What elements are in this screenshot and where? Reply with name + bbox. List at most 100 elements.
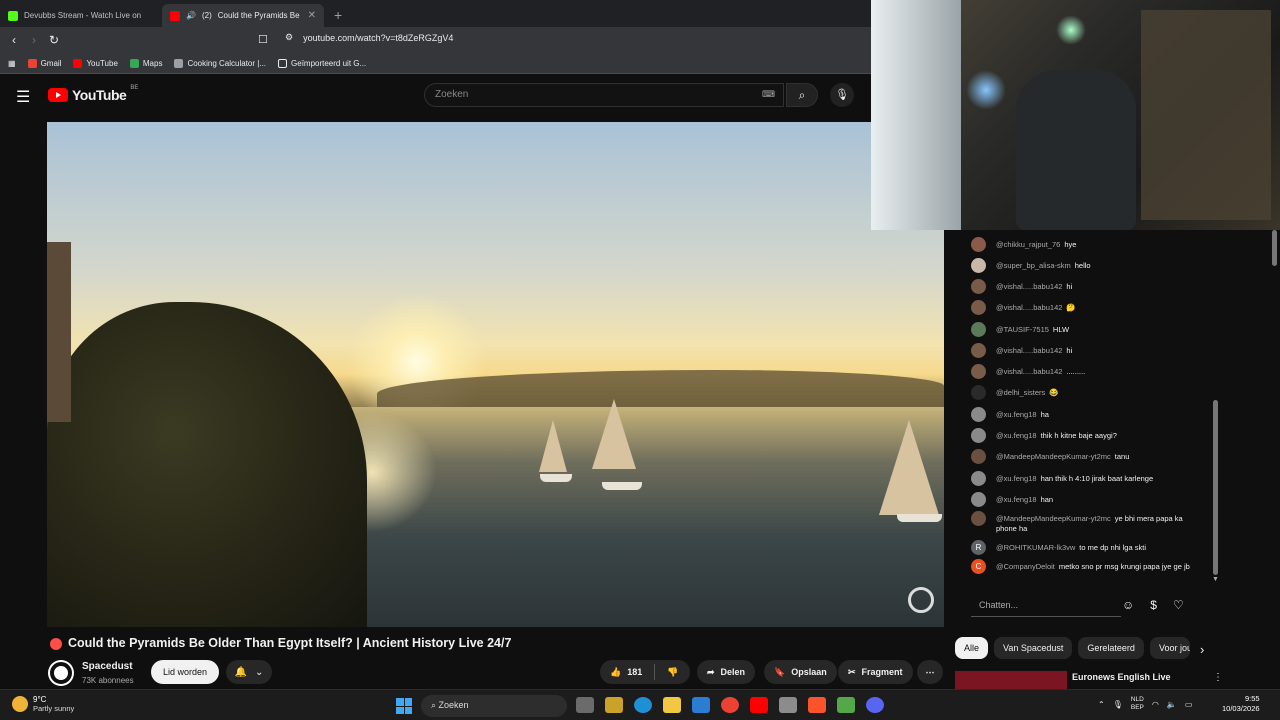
- volume-icon[interactable]: 🔈: [1167, 700, 1177, 709]
- search-input[interactable]: Zoeken: [424, 83, 784, 107]
- bookmark-label: Maps: [142, 58, 163, 68]
- brave-icon[interactable]: [808, 697, 826, 713]
- chip-related[interactable]: Gerelateerd: [1078, 637, 1144, 659]
- save-button[interactable]: 🔖 Opslaan: [764, 660, 837, 684]
- chat-text: .........: [1066, 367, 1086, 376]
- channel-watermark-icon[interactable]: [908, 587, 934, 613]
- youtube-app-icon[interactable]: [750, 697, 768, 713]
- chat-message[interactable]: @xu.feng18 ha: [971, 407, 1201, 422]
- close-tab-icon[interactable]: ✕: [308, 10, 316, 21]
- discord-icon[interactable]: [866, 697, 884, 713]
- audio-icon[interactable]: 🔊: [186, 11, 196, 20]
- bookmark-youtube[interactable]: YouTube: [73, 58, 118, 68]
- language-indicator[interactable]: NLD BEP: [1131, 696, 1144, 712]
- app-icon[interactable]: [837, 697, 855, 713]
- taskbar-search[interactable]: ⌕ Zoeken: [421, 695, 567, 717]
- share-button[interactable]: ➦ Delen: [697, 660, 756, 684]
- recommendation-thumbnail[interactable]: [955, 671, 1067, 689]
- emoji-icon[interactable]: ☺: [1122, 598, 1134, 612]
- video-player[interactable]: [47, 122, 944, 627]
- tab-youtube-video[interactable]: 🔊 (2) Could the Pyramids Be ✕: [162, 4, 324, 27]
- youtube-play-icon: [48, 88, 68, 102]
- chat-message[interactable]: @xu.feng18 thik h kitne baje aaygi?: [971, 428, 1201, 443]
- forward-icon[interactable]: ›: [24, 33, 44, 47]
- channel-name[interactable]: Spacedust: [82, 661, 133, 672]
- weather-widget[interactable]: 9°C Partly sunny: [12, 695, 74, 713]
- thumbs-down-icon[interactable]: 👎: [667, 667, 678, 678]
- more-actions-button[interactable]: ⋯: [917, 660, 943, 684]
- notification-button[interactable]: 🔔 ⌄: [226, 660, 272, 684]
- page-scrollbar[interactable]: [1272, 230, 1277, 266]
- chat-message[interactable]: @MandeepMandeepKumar-yt2mc ye bhi mera pa…: [971, 511, 1201, 534]
- chevron-right-icon[interactable]: ›: [1200, 642, 1204, 657]
- channel-avatar[interactable]: [50, 662, 72, 684]
- chat-scrollbar[interactable]: [1213, 400, 1218, 575]
- wifi-icon[interactable]: ◠: [1152, 700, 1159, 709]
- chip-from-channel[interactable]: Van Spacedust: [994, 637, 1073, 659]
- chrome-icon[interactable]: [721, 697, 739, 713]
- reload-icon[interactable]: ↻: [44, 33, 64, 47]
- bookmark-icon[interactable]: ☐: [258, 33, 268, 46]
- outlook-icon[interactable]: [692, 697, 710, 713]
- url-field[interactable]: ⚙ youtube.com/watch?v=t8dZeRGZgV4: [285, 32, 453, 43]
- chat-message[interactable]: @chikku_rajput_76 hye: [971, 237, 1201, 252]
- menu-icon[interactable]: ☰: [16, 87, 30, 107]
- chat-message[interactable]: @vishal.....babu142 hi: [971, 343, 1201, 358]
- bookmark-cooking-calculator[interactable]: Cooking Calculator |...: [174, 58, 266, 68]
- chat-message[interactable]: @super_bp_alisa-skm hello: [971, 258, 1201, 273]
- store-icon[interactable]: [605, 697, 623, 713]
- chat-avatar: [971, 300, 986, 315]
- chat-message[interactable]: @MandeepMandeepKumar-yt2mc tanu: [971, 449, 1201, 464]
- apps-grid-icon[interactable]: ▦: [8, 59, 16, 68]
- chat-message[interactable]: @delhi_sisters 😂: [971, 385, 1201, 400]
- bookmark-label: Geïmporteerd uit G...: [291, 58, 367, 68]
- chat-message[interactable]: @vishal.....babu142 🤔: [971, 300, 1201, 315]
- chat-input[interactable]: Chatten...: [971, 595, 1121, 617]
- chat-message[interactable]: @TAUSIF-7515 HLW: [971, 322, 1201, 337]
- subscriber-count: 73K abonnees: [82, 676, 134, 685]
- chat-username: @xu.feng18: [996, 495, 1037, 504]
- like-count[interactable]: 181: [627, 667, 642, 677]
- scroll-down-icon[interactable]: ▼: [1212, 576, 1219, 583]
- super-chat-icon[interactable]: $: [1150, 598, 1157, 612]
- join-button[interactable]: Lid worden: [151, 660, 219, 684]
- task-view-icon[interactable]: [576, 697, 594, 713]
- voice-search-button[interactable]: 🎙: [830, 83, 854, 107]
- battery-icon[interactable]: ▭: [1185, 700, 1193, 709]
- chat-message[interactable]: @xu.feng18 han: [971, 492, 1201, 507]
- youtube-logo[interactable]: YouTube BE: [48, 85, 138, 103]
- chat-text: han thik h 4:10 jirak baat karlenge: [1040, 474, 1154, 483]
- tab-kick-stream[interactable]: Devubbs Stream - Watch Live on: [0, 4, 162, 27]
- clip-button[interactable]: ✂ Fragment: [838, 660, 913, 684]
- recommendation-title[interactable]: Euronews English Live: [1072, 672, 1171, 682]
- site-info-icon[interactable]: ⚙: [285, 32, 293, 43]
- calculator-icon[interactable]: [779, 697, 797, 713]
- start-button[interactable]: [396, 698, 412, 714]
- chevron-up-icon[interactable]: ⌃: [1098, 700, 1105, 709]
- chat-message[interactable]: @vishal.....babu142.........: [971, 364, 1201, 379]
- more-vert-icon[interactable]: ⋮: [1213, 672, 1223, 683]
- thumbs-up-icon[interactable]: 👍: [610, 667, 621, 678]
- chat-message[interactable]: @xu.feng18 han thik h 4:10 jirak baat kar…: [971, 471, 1201, 486]
- keyboard-icon[interactable]: ⌨: [762, 89, 775, 100]
- bookmark-gmail[interactable]: Gmail: [27, 58, 61, 68]
- microphone-icon[interactable]: 🎙: [1113, 700, 1123, 709]
- bookmark-folder-imported[interactable]: Geïmporteerd uit G...: [278, 58, 367, 68]
- heart-icon[interactable]: ♡: [1173, 598, 1184, 612]
- chip-for-you[interactable]: Voor jou: [1149, 637, 1190, 659]
- chat-message[interactable]: @vishal.....babu142 hi: [971, 279, 1201, 294]
- search-button[interactable]: ⌕: [786, 83, 818, 107]
- file-explorer-icon[interactable]: [663, 697, 681, 713]
- bookmark-maps[interactable]: Maps: [129, 58, 163, 68]
- maps-icon: [129, 58, 139, 68]
- chat-message[interactable]: R @ROHITKUMAR-lk3vw to me dp nhi lga skti: [971, 540, 1201, 555]
- new-tab-icon[interactable]: +: [324, 7, 352, 27]
- clock[interactable]: 9:55 10/03/2026: [1222, 694, 1260, 714]
- chip-all[interactable]: Alle: [955, 637, 989, 659]
- chat-username: @super_bp_alisa-skm: [996, 261, 1071, 270]
- chat-avatar: [971, 322, 986, 337]
- gmail-icon: [27, 58, 37, 68]
- edge-icon[interactable]: [634, 697, 652, 713]
- chat-message[interactable]: C @CompanyDeloit metko sno pr msg krungi p…: [971, 559, 1201, 574]
- back-icon[interactable]: ‹: [4, 33, 24, 47]
